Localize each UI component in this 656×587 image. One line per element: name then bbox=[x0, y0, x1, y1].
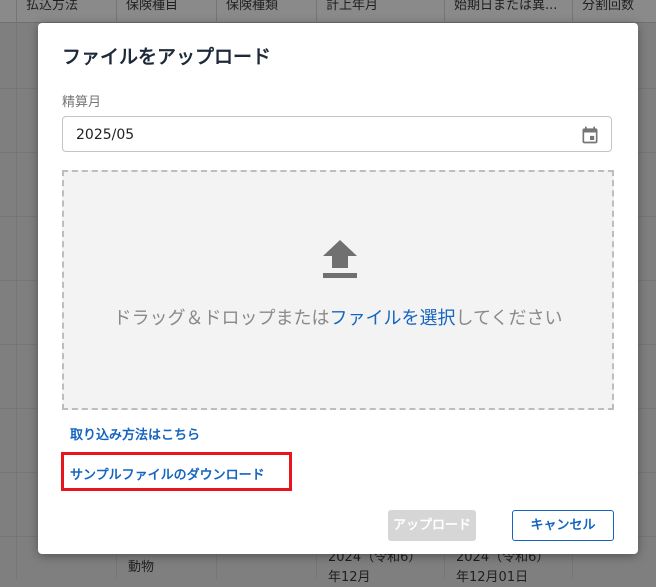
calendar-icon[interactable] bbox=[580, 125, 600, 145]
column-header-insurance-type: 保険種類 bbox=[226, 0, 279, 13]
file-dropzone[interactable]: ドラッグ＆ドロップまたはファイルを選択してください bbox=[62, 170, 614, 410]
settlement-month-value: 2025/05 bbox=[76, 127, 135, 143]
column-divider bbox=[16, 0, 17, 579]
column-header-insurance-category: 保険種目 bbox=[126, 0, 179, 13]
dropzone-instruction: ドラッグ＆ドロップまたはファイルを選択してください bbox=[64, 304, 612, 330]
dialog-title: ファイルをアップロード bbox=[62, 46, 272, 68]
cell-posting-month-line2: 年12月 bbox=[328, 570, 371, 585]
cell-start-date-line2: 年12月01日 bbox=[456, 570, 529, 585]
sample-file-download-link[interactable]: サンプルファイルのダウンロード bbox=[70, 464, 265, 483]
column-header-posting-month: 計上年月 bbox=[326, 0, 379, 13]
settlement-month-label: 精算月 bbox=[62, 95, 102, 110]
select-file-link[interactable]: ファイルを選択 bbox=[330, 308, 456, 329]
upload-button[interactable]: アップロード bbox=[388, 510, 476, 541]
cell-insurance-type: 動物 bbox=[128, 560, 155, 575]
upload-icon bbox=[323, 240, 357, 278]
upload-dialog: ファイルをアップロード 精算月 2025/05 ドラッグ＆ドロップまたはファイル… bbox=[38, 23, 638, 554]
column-header-payment-method: 払込方法 bbox=[26, 0, 79, 13]
settlement-month-field[interactable]: 2025/05 bbox=[62, 116, 612, 152]
import-howto-link[interactable]: 取り込み方法はこちら bbox=[70, 424, 200, 443]
cancel-button[interactable]: キャンセル bbox=[512, 510, 614, 541]
dropzone-text-before: ドラッグ＆ドロップまたは bbox=[113, 308, 330, 329]
dropzone-text-after: してください bbox=[455, 308, 563, 329]
column-header-start-date: 始期日または異... bbox=[454, 0, 558, 13]
column-header-installments: 分割回数 bbox=[582, 0, 635, 13]
